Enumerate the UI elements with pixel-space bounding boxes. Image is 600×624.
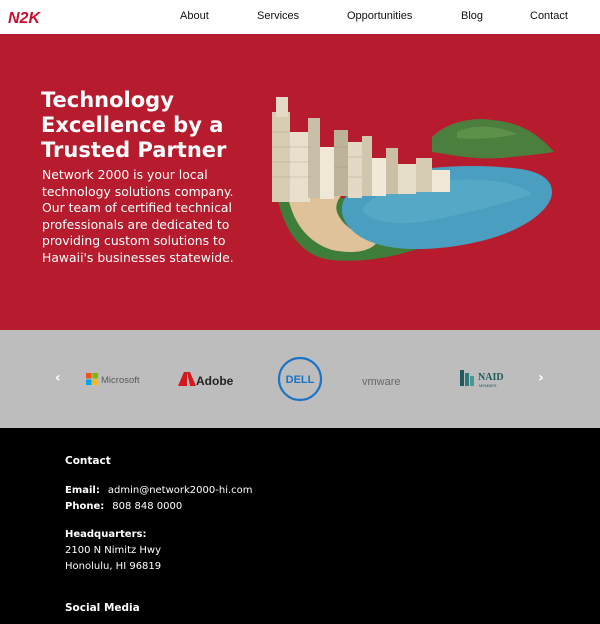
hero-section: Technology Excellence by a Trusted Partn… [0,34,600,330]
svg-text:Microsoft: Microsoft [101,375,140,386]
top-nav: N2K About Services Opportunities Blog Co… [0,0,600,34]
microsoft-logo[interactable]: Microsoft [86,372,148,392]
naid-logo[interactable]: NAID MEMBER [460,368,510,394]
chevron-right-icon[interactable]: › [538,370,544,386]
dell-logo[interactable]: DELL [277,356,323,406]
svg-text:DELL: DELL [286,374,315,386]
svg-text:N2K: N2K [8,10,41,26]
partner-carousel: ‹ › Microsoft Adobe DELL vmware NAID MEM… [0,330,600,428]
nav-opportunities[interactable]: Opportunities [347,10,412,22]
nav-contact[interactable]: Contact [530,10,568,22]
svg-text:MEMBER: MEMBER [479,383,497,388]
nav-blog[interactable]: Blog [461,10,483,22]
email-label: Email: [65,485,100,496]
footer-phone: Phone: 808 848 0000 [65,501,182,512]
email-link[interactable]: admin@network2000-hi.com [108,485,253,496]
phone-link[interactable]: 808 848 0000 [112,501,182,512]
footer-email: Email: admin@network2000-hi.com [65,485,253,496]
chevron-left-icon[interactable]: ‹ [55,370,61,386]
honolulu-illustration [272,97,554,261]
footer-address-line2: Honolulu, HI 96819 [65,561,162,572]
footer-hq-label: Headquarters: [65,529,147,540]
n2k-logo[interactable]: N2K [8,9,60,26]
adobe-logo[interactable]: Adobe [178,371,240,393]
phone-label: Phone: [65,501,105,512]
hero-title: Technology Excellence by a Trusted Partn… [41,88,227,162]
vmware-logo[interactable]: vmware [362,373,424,392]
svg-text:Adobe: Adobe [196,374,234,388]
footer-address-line1: 2100 N Nimitz Hwy [65,545,162,556]
site-footer: Contact Email: admin@network2000-hi.com P… [0,428,600,624]
footer-contact-heading: Contact [65,455,111,467]
svg-text:NAID: NAID [478,372,504,383]
nav-services[interactable]: Services [257,10,299,22]
nav-about[interactable]: About [180,10,209,22]
footer-social-heading: Social Media [65,602,140,614]
hero-description: Network 2000 is your local technology so… [42,167,234,265]
svg-text:vmware: vmware [362,376,401,388]
